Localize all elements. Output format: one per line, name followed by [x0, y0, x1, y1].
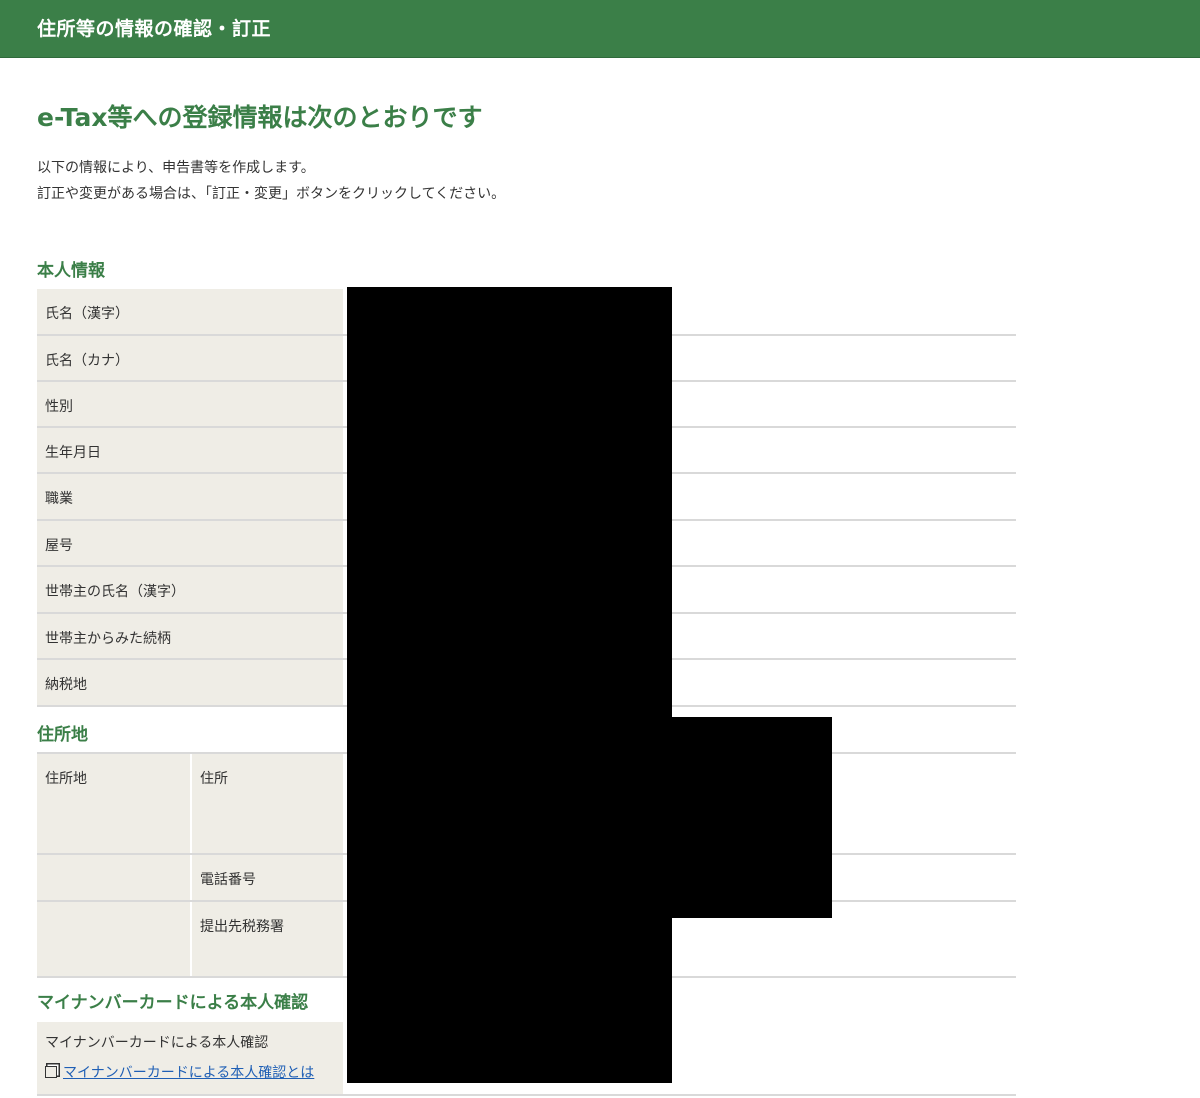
row-label: 提出先税務署: [200, 919, 284, 935]
row-label: 職業: [45, 491, 73, 507]
intro-line: 以下の情報により、申告書等を作成します。: [37, 160, 315, 176]
window-icon: [45, 1066, 57, 1078]
link-label: マイナンバーカードによる本人確認とは: [63, 1065, 315, 1081]
row-label: 屋号: [45, 538, 73, 554]
section-title-personal: 本人情報: [37, 261, 105, 281]
row-label: 世帯主の氏名（漢字）: [45, 584, 185, 600]
header-title: 住所等の情報の確認・訂正: [37, 18, 272, 40]
redaction-block: [347, 287, 672, 1083]
mynumber-help-link[interactable]: マイナンバーカードによる本人確認とは: [45, 1062, 314, 1082]
row-label: 納税地: [45, 677, 87, 693]
row-label: マイナンバーカードによる本人確認: [45, 1035, 269, 1051]
header-bar: 住所等の情報の確認・訂正: [0, 0, 1200, 58]
row-label: 電話番号: [200, 872, 256, 888]
row-label: 世帯主からみた続柄: [45, 631, 171, 647]
redaction-block: [672, 717, 832, 918]
row-label: 性別: [45, 399, 73, 415]
row-label: 氏名（漢字）: [45, 306, 129, 322]
row-label: 氏名（カナ）: [45, 353, 129, 369]
intro-line: 訂正や変更がある場合は、「訂正・変更」ボタンをクリックしてください。: [37, 186, 506, 202]
row-label: 住所: [200, 771, 228, 787]
row-label: 生年月日: [45, 445, 101, 461]
intro-text: 以下の情報により、申告書等を作成します。 訂正や変更がある場合は、「訂正・変更」…: [37, 155, 505, 207]
page-title: e-Tax等への登録情報は次のとおりです: [37, 103, 483, 132]
